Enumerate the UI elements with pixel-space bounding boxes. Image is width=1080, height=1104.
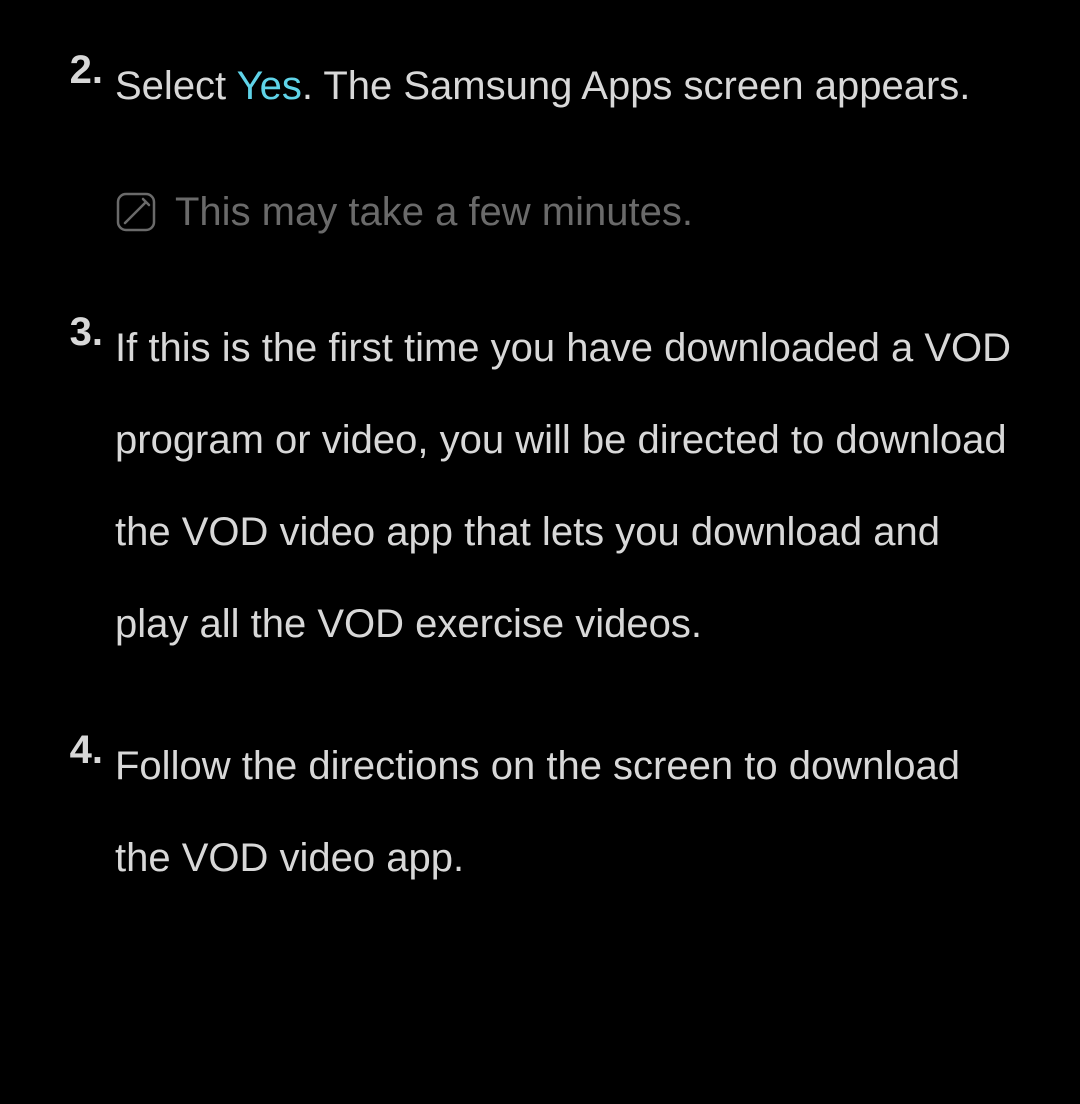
step-number-3: 3. xyxy=(60,302,115,670)
step-2-content: Select Yes. The Samsung Apps screen appe… xyxy=(115,40,1020,252)
note-icon xyxy=(115,191,157,233)
step-number-4: 4. xyxy=(60,720,115,904)
step-2-note-text: This may take a few minutes. xyxy=(175,182,693,242)
step-3: 3. If this is the first time you have do… xyxy=(60,302,1020,670)
step-number-2: 2. xyxy=(60,40,115,252)
step-2-note: This may take a few minutes. xyxy=(115,182,1020,242)
step-2-text-before: Select xyxy=(115,64,237,108)
step-2-text-after: . The Samsung Apps screen appears. xyxy=(302,64,971,108)
step-2-highlight-yes: Yes xyxy=(237,64,302,108)
step-3-content: If this is the first time you have downl… xyxy=(115,302,1020,670)
step-2: 2. Select Yes. The Samsung Apps screen a… xyxy=(60,40,1020,252)
step-4: 4. Follow the directions on the screen t… xyxy=(60,720,1020,904)
step-4-content: Follow the directions on the screen to d… xyxy=(115,720,1020,904)
